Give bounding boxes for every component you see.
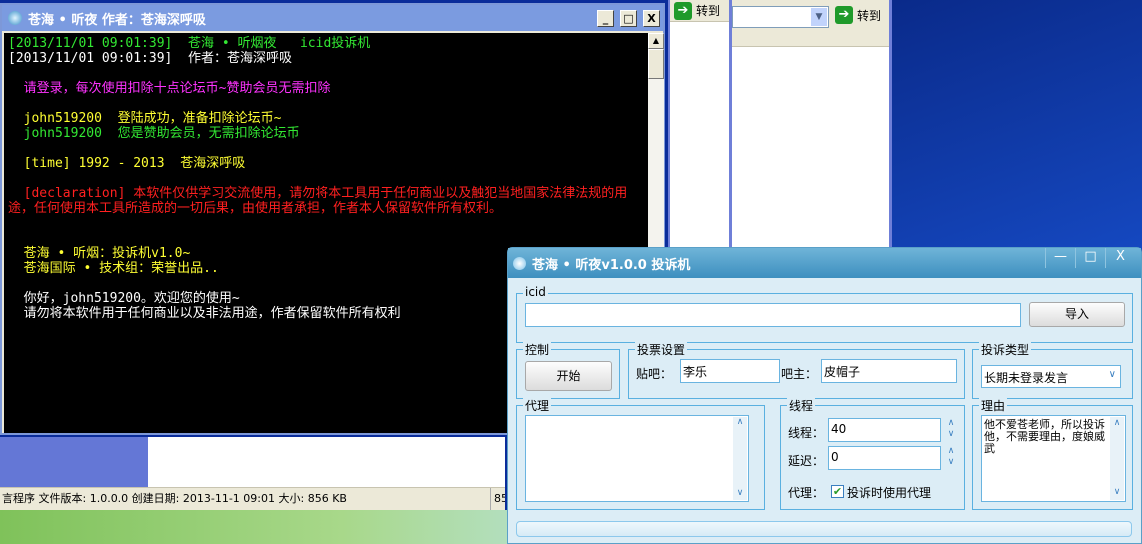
console-line: john519200 登陆成功，准备扣除论坛币~: [8, 111, 282, 126]
console-title-bar: 苍海 • 听夜 作者：苍海深呼吸 _ □ X: [2, 5, 663, 31]
status-text: 言程序 文件版本: 1.0.0.0 创建日期: 2013-11-1 09:01 …: [2, 492, 347, 505]
tieba-input[interactable]: 李乐: [680, 359, 780, 383]
scroll-down-icon[interactable]: ∨: [1110, 486, 1124, 498]
reason-textarea[interactable]: 他不爱苍老师，所以投诉他，不需要理由，度娘威武 ∧ ∨: [981, 415, 1126, 502]
chevron-down-icon[interactable]: ▼: [811, 8, 827, 26]
status-bar: 言程序 文件版本: 1.0.0.0 创建日期: 2013-11-1 09:01 …: [0, 487, 505, 510]
address-combobox[interactable]: ▼: [732, 6, 829, 28]
close-button[interactable]: X: [643, 9, 660, 27]
import-button[interactable]: 导入: [1029, 302, 1125, 327]
app-icon: [8, 11, 22, 25]
complaint-dialog: 苍海 • 听夜v1.0.0 投诉机 — □ X icid 导入 控制 开始 投票…: [507, 247, 1142, 544]
scroll-down-icon[interactable]: ∨: [733, 488, 747, 498]
vote-settings-group: 投票设置 贴吧： 李乐 吧主： 皮帽子: [628, 341, 965, 399]
minimize-button[interactable]: —: [1045, 248, 1075, 268]
vote-settings-legend: 投票设置: [635, 341, 688, 358]
complaint-type-value: 长期未登录发言: [984, 371, 1069, 385]
tieba-label: 贴吧：: [636, 367, 673, 381]
proxy-group: 代理 ∧ ∨: [516, 397, 765, 510]
dialog-title: 苍海 • 听夜v1.0.0 投诉机: [532, 257, 691, 273]
console-line: john519200 您是赞助会员，无需扣除论坛币: [8, 126, 300, 141]
goto-button[interactable]: ➔ 转到: [670, 0, 729, 22]
maximize-button[interactable]: □: [620, 9, 637, 27]
proxy-textarea[interactable]: ∧ ∨: [525, 415, 749, 502]
threads-group: 线程 线程： 40 ∧ ∨ 延迟： 0 ∧ ∨ 代理： ✔ 投诉时使用代理: [780, 397, 965, 510]
goto-label: 转到: [857, 8, 882, 23]
background-window-2: ▼ ➔ 转到: [732, 0, 892, 250]
owner-input[interactable]: 皮帽子: [821, 359, 957, 383]
scroll-up-icon[interactable]: ∧: [733, 417, 747, 427]
start-button[interactable]: 开始: [525, 361, 612, 391]
console-line: [2013/11/01 09:01:39] 苍海 • 听烟夜 icid投诉机: [8, 36, 371, 51]
complaint-type-group: 投诉类型 长期未登录发言 ∨: [972, 341, 1133, 399]
delay-spinner[interactable]: ∧ ∨: [943, 446, 959, 468]
control-group: 控制 开始: [516, 341, 620, 399]
scroll-up-icon[interactable]: ∧: [1110, 417, 1124, 429]
close-button[interactable]: X: [1105, 248, 1135, 268]
console-line: [2013/11/01 09:01:39] 作者：苍海深呼吸: [8, 51, 293, 66]
console-line: [time] 1992 - 2013 苍海深呼吸: [8, 156, 246, 171]
threads-label: 线程：: [788, 426, 825, 440]
minimize-button[interactable]: _: [597, 9, 614, 27]
icid-input[interactable]: [525, 303, 1021, 327]
use-proxy-label: 代理：: [788, 486, 825, 500]
console-line: 请登录，每次使用扣除十点论坛币~赞助会员无需扣除: [8, 81, 331, 96]
app-icon: [513, 256, 526, 270]
arrow-right-icon: ➔: [835, 6, 853, 24]
proxy-scrollbar[interactable]: ∧ ∨: [733, 417, 747, 500]
delay-label: 延迟：: [788, 454, 825, 468]
scroll-up-icon[interactable]: ▲: [648, 33, 664, 49]
threads-spinner[interactable]: ∧ ∨: [943, 418, 959, 440]
reason-scrollbar[interactable]: ∧ ∨: [1110, 417, 1124, 500]
console-title: 苍海 • 听夜 作者：苍海深呼吸: [28, 12, 206, 28]
progress-bar: [516, 521, 1132, 537]
complaint-type-select[interactable]: 长期未登录发言 ∨: [981, 365, 1121, 388]
reason-value: 他不爱苍老师，所以投诉他，不需要理由，度娘威武: [984, 418, 1105, 455]
goto-button-2[interactable]: ➔ 转到: [835, 6, 881, 24]
owner-label: 吧主：: [781, 367, 818, 381]
desktop-background: [892, 0, 1142, 250]
complaint-type-legend: 投诉类型: [979, 341, 1032, 358]
threads-input[interactable]: 40: [828, 418, 941, 442]
chevron-down-icon[interactable]: ∨: [1109, 369, 1116, 380]
console-line: [declaration] 本软件仅供学习交流使用，请勿将本工具用于任何商业以及…: [8, 186, 628, 216]
scroll-thumb[interactable]: [648, 49, 664, 79]
control-legend: 控制: [523, 341, 552, 358]
icid-group: icid 导入: [516, 285, 1133, 343]
use-proxy-checkbox-label[interactable]: 投诉时使用代理: [847, 484, 931, 501]
maximize-button[interactable]: □: [1075, 248, 1105, 268]
goto-label: 转到: [696, 4, 721, 18]
reason-legend: 理由: [979, 397, 1008, 414]
background-panel: [0, 437, 148, 487]
icid-legend: icid: [523, 285, 548, 299]
arrow-right-icon: ➔: [674, 1, 692, 20]
reason-group: 理由 他不爱苍老师，所以投诉他，不需要理由，度娘威武 ∧ ∨: [972, 397, 1133, 510]
threads-legend: 线程: [787, 397, 816, 414]
use-proxy-checkbox[interactable]: ✔: [831, 485, 844, 498]
proxy-legend: 代理: [523, 397, 552, 414]
status-right: 85: [490, 488, 505, 510]
delay-input[interactable]: 0: [828, 446, 941, 470]
